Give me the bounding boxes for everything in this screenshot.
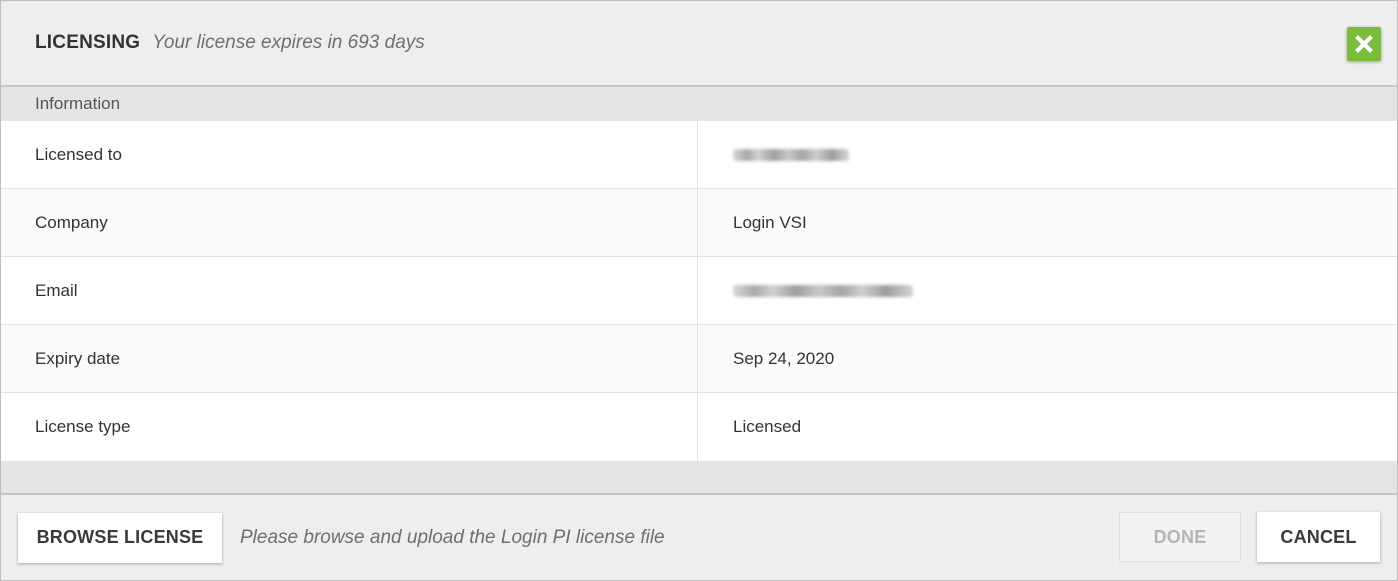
row-label-license-type: License type — [35, 417, 131, 436]
row-label-licensed-to: Licensed to — [35, 144, 122, 164]
dialog-title: LICENSING — [35, 32, 141, 53]
done-button[interactable]: DONE — [1119, 512, 1241, 562]
table-row: Company Login VSI — [1, 189, 1397, 257]
browse-license-button[interactable]: BROWSE LICENSE — [18, 512, 222, 563]
redacted-licensed-to-value — [733, 148, 849, 161]
row-value-license-type: Licensed — [733, 417, 802, 436]
license-expiry-notice: Your license expires in 693 days — [152, 32, 425, 53]
information-section-header: Information — [1, 87, 1397, 121]
section-title: Information — [35, 94, 121, 113]
licensing-dialog: LICENSING Your license expires in 693 da… — [0, 0, 1398, 581]
row-value-expiry-date: Sep 24, 2020 — [733, 348, 835, 368]
table-row: Licensed to — [1, 121, 1397, 189]
upload-hint: Please browse and upload the Login PI li… — [240, 526, 665, 548]
cancel-button[interactable]: CANCEL — [1257, 512, 1380, 562]
table-row: Expiry date Sep 24, 2020 — [1, 325, 1397, 393]
table-row: Email — [1, 257, 1397, 325]
close-button[interactable] — [1347, 27, 1381, 61]
row-value-company: Login VSI — [733, 212, 807, 232]
row-label-expiry-date: Expiry date — [35, 348, 121, 368]
license-info-table: Licensed to Company Login VSI Email Expi… — [1, 121, 1397, 461]
table-footer-spacer — [1, 461, 1397, 495]
row-label-company: Company — [35, 212, 108, 232]
row-label-email: Email — [35, 280, 78, 300]
close-x-icon — [1355, 35, 1373, 53]
dialog-footer: BROWSE LICENSE Please browse and upload … — [1, 495, 1397, 580]
dialog-header: LICENSING Your license expires in 693 da… — [1, 1, 1397, 87]
table-row: License type Licensed — [1, 393, 1397, 461]
redacted-email-value — [733, 284, 913, 297]
